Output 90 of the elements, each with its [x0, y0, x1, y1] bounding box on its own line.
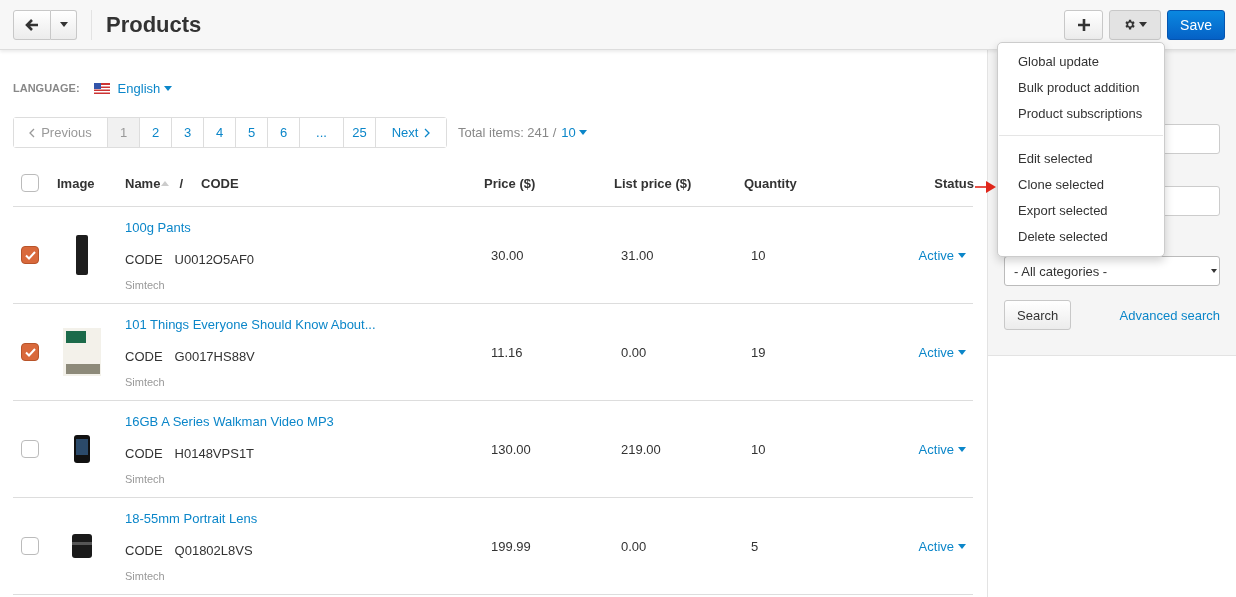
list-price-value: 31.00 [620, 247, 655, 263]
vendor-name: Simtech [125, 569, 166, 582]
caret-icon [1211, 269, 1217, 273]
column-header: Image [57, 175, 96, 191]
product-name-link[interactable]: 101 Things Everyone Should Know About... [125, 316, 484, 337]
code-label: CODE [125, 542, 163, 558]
advanced-search-link[interactable]: Advanced search [1119, 307, 1220, 323]
page-title: Products [106, 11, 203, 38]
code-label: CODE [125, 445, 163, 461]
menu-item[interactable]: Global update [998, 49, 1164, 75]
list-price-value: 219.00 [620, 441, 662, 457]
next-page-link[interactable]: Next [375, 118, 446, 147]
status-dropdown[interactable]: Active [918, 247, 966, 263]
list-price-value: 0.00 [620, 538, 648, 554]
column-header[interactable]: CODE [201, 175, 239, 191]
quantity-value: 10 [750, 247, 767, 263]
page-link[interactable]: 1 [107, 118, 139, 147]
add-button[interactable] [1064, 9, 1104, 40]
menu-item[interactable]: Delete selected [998, 224, 1164, 250]
camera-lens-photo [72, 534, 92, 558]
checkmark-icon [24, 347, 36, 357]
book-cover-photo [63, 328, 101, 376]
price-value: 11.16 [490, 344, 524, 360]
list-price-value: 0.00 [620, 344, 648, 360]
vendor-name: Simtech [125, 472, 166, 485]
caret-icon [958, 543, 966, 549]
history-dropdown-button[interactable] [51, 9, 77, 40]
product-name-link[interactable]: 18-55mm Portrait Lens [125, 510, 484, 531]
product-name-link[interactable]: 16GB A Series Walkman Video MP3 [125, 413, 484, 434]
menu-item[interactable]: Product subscriptions [998, 101, 1164, 127]
language-selector[interactable]: English [117, 80, 173, 96]
caret-icon [59, 22, 68, 27]
checkmark-icon [24, 250, 36, 260]
category-select[interactable]: - All categories - [1004, 256, 1220, 286]
price-value: 199.99 [490, 538, 532, 554]
sort-arrow-icon [161, 180, 170, 186]
status-dropdown[interactable]: Active [918, 538, 966, 554]
product-code: Q01802L8VS [174, 542, 253, 558]
vendor-name: Simtech [125, 375, 166, 388]
back-arrow-icon [25, 18, 39, 31]
select-all-checkbox[interactable] [21, 174, 39, 192]
annotation-arrow [975, 181, 996, 193]
column-header[interactable]: Name [125, 175, 161, 191]
media-player-photo [74, 435, 90, 463]
code-label: CODE [125, 251, 163, 267]
language-label: LANGUAGE: [13, 82, 80, 94]
caret-icon [958, 349, 966, 355]
back-button[interactable] [13, 9, 51, 40]
column-separator-text: / [179, 175, 184, 191]
row-checkbox[interactable] [21, 343, 39, 361]
quantity-value: 5 [750, 538, 760, 554]
total-items-text: Total items: 241 / [458, 125, 557, 140]
caret-icon [578, 130, 587, 135]
column-header: Quantity [744, 175, 798, 191]
product-name-link[interactable]: 100g Pants [125, 219, 484, 240]
column-header: Price ($) [484, 175, 537, 191]
code-label: CODE [125, 348, 163, 364]
menu-item[interactable]: Clone selected [998, 172, 1164, 198]
chevron-right-icon [424, 127, 431, 138]
chevron-left-icon [29, 127, 36, 138]
price-value: 30.00 [490, 247, 525, 263]
caret-icon [164, 85, 173, 91]
us-flag-icon [93, 82, 110, 94]
row-checkbox[interactable] [21, 246, 39, 264]
row-checkbox[interactable] [21, 440, 39, 458]
items-per-page-selector[interactable]: 10 [561, 125, 587, 140]
product-code: U0012O5AF0 [174, 251, 255, 267]
quantity-value: 10 [750, 441, 767, 457]
menu-item[interactable]: Export selected [998, 198, 1164, 224]
product-code: G0017HS88V [174, 348, 255, 364]
product-code: H0148VPS1T [174, 445, 255, 461]
price-value: 130.00 [490, 441, 532, 457]
column-header: Status [934, 175, 974, 191]
row-checkbox[interactable] [21, 537, 39, 555]
caret-icon [958, 252, 966, 258]
quantity-value: 19 [750, 344, 767, 360]
status-dropdown[interactable]: Active [918, 344, 966, 360]
save-button[interactable]: Save [1167, 9, 1225, 40]
plus-icon [1077, 18, 1090, 31]
column-header: List price ($) [614, 175, 693, 191]
vendor-name: Simtech [125, 278, 166, 291]
caret-icon [958, 446, 966, 452]
pants-photo [75, 235, 89, 275]
caret-icon [1139, 22, 1148, 27]
menu-item[interactable]: Edit selected [998, 146, 1164, 172]
menu-item[interactable]: Bulk product addition [998, 75, 1164, 101]
settings-button[interactable] [1109, 9, 1162, 40]
search-button[interactable]: Search [1004, 300, 1072, 330]
settings-icon [1123, 18, 1137, 31]
status-dropdown[interactable]: Active [918, 441, 966, 457]
